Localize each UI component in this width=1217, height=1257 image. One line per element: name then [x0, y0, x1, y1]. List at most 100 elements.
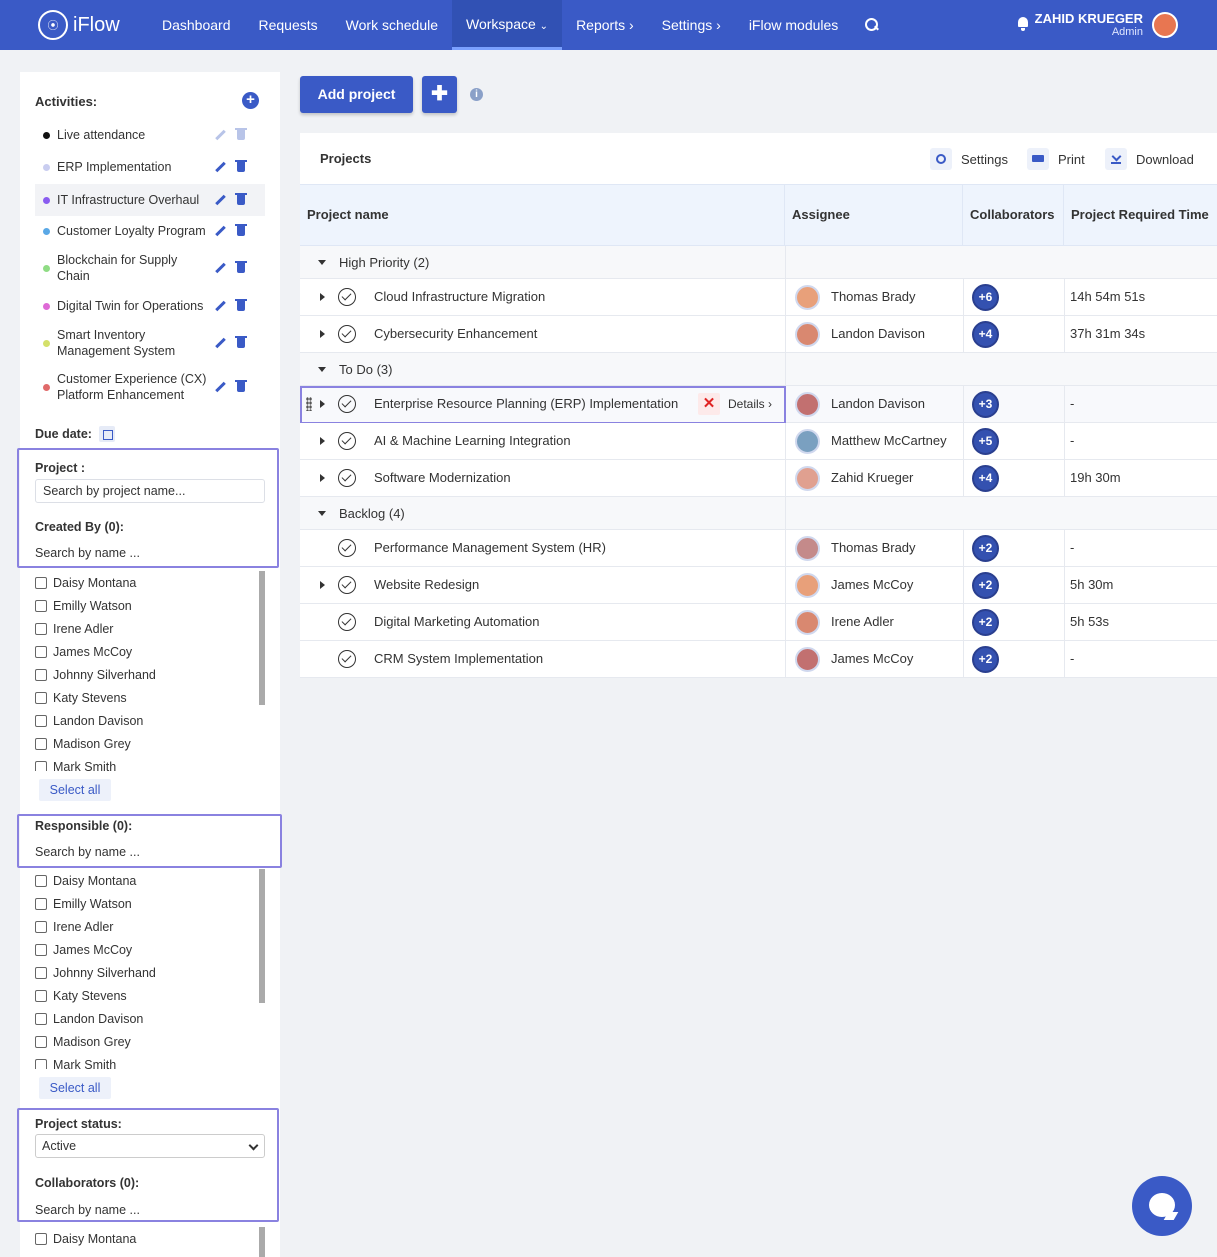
list-item[interactable]: Johnny Silverhand	[35, 663, 267, 686]
checkbox[interactable]	[35, 599, 47, 612]
edit-icon[interactable]	[215, 338, 225, 348]
download-button[interactable]: Download	[1105, 147, 1194, 171]
checkbox[interactable]	[35, 989, 47, 1002]
project-name[interactable]: Website Redesign	[374, 567, 479, 603]
project-status-select[interactable]: Active	[35, 1134, 265, 1158]
info-icon[interactable]: i	[470, 88, 483, 101]
table-row[interactable]: Performance Management System (HR) Thomas…	[300, 530, 1217, 567]
table-row[interactable]: Cybersecurity Enhancement Landon Davison +…	[300, 316, 1217, 353]
checkbox[interactable]	[35, 1058, 47, 1069]
list-item[interactable]: Madison Grey	[35, 732, 267, 755]
checkbox[interactable]	[35, 622, 47, 635]
complete-check-icon[interactable]	[338, 613, 356, 631]
collaborators-search-input[interactable]: Search by name ...	[35, 1203, 140, 1217]
list-item[interactable]: Landon Davison	[35, 1007, 267, 1030]
activity-item[interactable]: Blockchain for Supply Chain	[35, 250, 265, 286]
caret-right-icon[interactable]	[320, 581, 325, 589]
list-item[interactable]: Mark Smith	[35, 755, 267, 771]
checkbox[interactable]	[35, 668, 47, 681]
project-name[interactable]: Cloud Infrastructure Migration	[374, 279, 545, 315]
group-header[interactable]: Backlog (4)	[300, 497, 1217, 530]
user-avatar[interactable]	[1152, 12, 1178, 38]
checkbox[interactable]	[35, 714, 47, 727]
collaborators-badge[interactable]: +4	[972, 465, 999, 492]
checkbox[interactable]	[35, 920, 47, 933]
checkbox[interactable]	[35, 874, 47, 887]
add-project-button[interactable]: Add project	[300, 76, 413, 113]
created-by-search-input[interactable]: Search by name ...	[35, 546, 140, 560]
collaborators-badge[interactable]: +3	[972, 391, 999, 418]
project-name[interactable]: CRM System Implementation	[374, 641, 543, 677]
list-item[interactable]: Emilly Watson	[35, 594, 267, 617]
trash-icon[interactable]	[235, 193, 247, 205]
edit-icon[interactable]	[215, 382, 225, 392]
checkbox[interactable]	[35, 1012, 47, 1025]
nav-workspace[interactable]: Workspace ⌄	[452, 0, 563, 50]
activity-item[interactable]: Live attendance	[35, 124, 265, 146]
list-item[interactable]: James McCoy	[35, 640, 267, 663]
nav-requests[interactable]: Requests	[245, 0, 332, 50]
table-row[interactable]: Software Modernization Zahid Krueger +4 19h…	[300, 460, 1217, 497]
user-info[interactable]: ZAHID KRUEGER Admin	[1035, 11, 1143, 38]
activity-item[interactable]: Customer Loyalty Program	[35, 220, 265, 242]
complete-check-icon[interactable]	[338, 576, 356, 594]
complete-check-icon[interactable]	[338, 288, 356, 306]
nav-work-schedule[interactable]: Work schedule	[332, 0, 452, 50]
checkbox[interactable]	[35, 966, 47, 979]
list-item[interactable]: Daisy Montana	[35, 869, 267, 892]
checkbox[interactable]	[35, 1035, 47, 1048]
table-row[interactable]: Website Redesign James McCoy +2 5h 30m	[300, 567, 1217, 604]
caret-down-icon[interactable]	[318, 367, 326, 372]
trash-icon[interactable]	[235, 299, 247, 311]
caret-down-icon[interactable]	[318, 260, 326, 265]
checkbox[interactable]	[35, 943, 47, 956]
caret-down-icon[interactable]	[318, 511, 326, 516]
list-item[interactable]: Daisy Montana	[35, 571, 267, 594]
checkbox[interactable]	[35, 576, 47, 589]
trash-icon[interactable]	[235, 261, 247, 273]
checkbox[interactable]	[35, 645, 47, 658]
responsible-search-input[interactable]: Search by name ...	[35, 845, 140, 859]
project-search-input[interactable]: Search by project name...	[35, 479, 265, 503]
collaborators-badge[interactable]: +2	[972, 646, 999, 673]
trash-icon[interactable]	[235, 336, 247, 348]
edit-icon[interactable]	[215, 195, 225, 205]
list-item[interactable]: Irene Adler	[35, 617, 267, 640]
scrollbar[interactable]	[259, 1227, 265, 1257]
project-name[interactable]: Software Modernization	[374, 460, 511, 496]
created-by-select-all[interactable]: Select all	[39, 779, 111, 801]
collaborators-badge[interactable]: +2	[972, 535, 999, 562]
project-name[interactable]: Performance Management System (HR)	[374, 530, 606, 566]
project-name[interactable]: Digital Marketing Automation	[374, 604, 539, 640]
checkbox[interactable]	[35, 897, 47, 910]
activity-item[interactable]: ERP Implementation	[35, 156, 265, 178]
checkbox[interactable]	[35, 691, 47, 704]
checkbox[interactable]	[35, 760, 47, 771]
list-item[interactable]: Johnny Silverhand	[35, 961, 267, 984]
trash-icon[interactable]	[235, 224, 247, 236]
complete-check-icon[interactable]	[338, 539, 356, 557]
group-header[interactable]: To Do (3)	[300, 353, 1217, 386]
calendar-icon[interactable]	[99, 426, 115, 442]
list-item[interactable]: Daisy Montana	[35, 1227, 267, 1250]
list-item[interactable]: Emilly Watson	[35, 892, 267, 915]
collaborators-badge[interactable]: +2	[972, 609, 999, 636]
nav-reports[interactable]: Reports ›	[562, 0, 648, 50]
activity-item[interactable]: Smart Inventory Management System	[35, 325, 265, 361]
edit-icon[interactable]	[215, 130, 225, 140]
caret-right-icon[interactable]	[320, 293, 325, 301]
nav-dashboard[interactable]: Dashboard	[148, 0, 245, 50]
iflow-logo[interactable]: ⦿ iFlow	[38, 10, 148, 40]
nav-iflow-modules[interactable]: iFlow modules	[735, 0, 852, 50]
list-item[interactable]: James McCoy	[35, 938, 267, 961]
activity-item[interactable]: Customer Experience (CX) Platform Enhanc…	[35, 369, 265, 405]
print-button[interactable]: Print	[1027, 147, 1085, 171]
collaborators-badge[interactable]: +6	[972, 284, 999, 311]
responsible-select-all[interactable]: Select all	[39, 1077, 111, 1099]
complete-check-icon[interactable]	[338, 325, 356, 343]
caret-right-icon[interactable]	[320, 330, 325, 338]
collaborators-badge[interactable]: +4	[972, 321, 999, 348]
table-row[interactable]: AI & Machine Learning Integration Matthew…	[300, 423, 1217, 460]
scrollbar[interactable]	[259, 571, 265, 705]
trash-icon[interactable]	[235, 380, 247, 392]
